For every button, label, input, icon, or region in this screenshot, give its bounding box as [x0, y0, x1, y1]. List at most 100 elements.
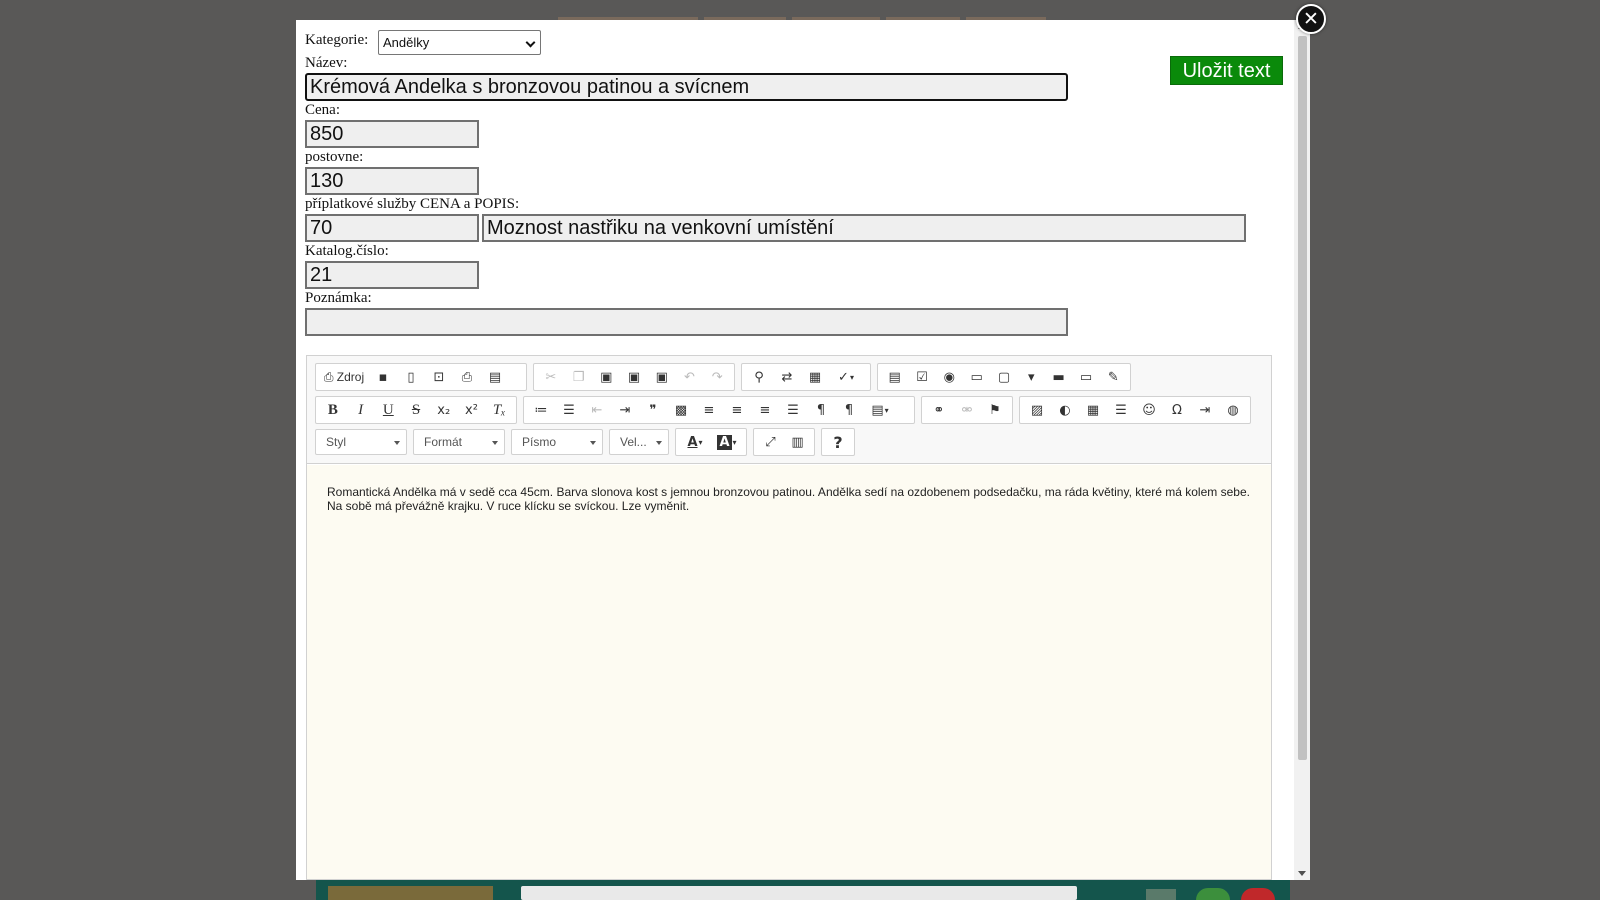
background-color-icon[interactable]: A ▾: [711, 430, 743, 454]
maximize-icon[interactable]: ⤢: [757, 430, 784, 454]
paragraph-toolbar-group: ≔ ☰ ⇤ ⇥ ❞ ▩ ≡ ≡ ≡ ☰ ¶ ¶ ▤ ▾: [523, 396, 915, 424]
redo-icon[interactable]: ↷: [703, 365, 731, 389]
spellcheck-icon[interactable]: ✓ ▾: [829, 365, 863, 389]
dropdown-arrow-icon: [492, 441, 498, 445]
shipping-input[interactable]: 130: [305, 167, 479, 195]
find-icon[interactable]: ⚲: [745, 365, 773, 389]
strikethrough-icon[interactable]: S: [402, 398, 430, 422]
paste-word-icon[interactable]: ▣: [648, 365, 676, 389]
format-dropdown[interactable]: Formát: [413, 429, 505, 455]
bulleted-list-icon[interactable]: ☰: [555, 398, 583, 422]
paste-text-icon[interactable]: ▣: [620, 365, 648, 389]
outdent-icon[interactable]: ⇤: [583, 398, 611, 422]
flash-icon[interactable]: ◐: [1051, 398, 1079, 422]
justify-icon[interactable]: ☰: [779, 398, 807, 422]
templates-icon[interactable]: ▤: [481, 365, 509, 389]
image-button-icon[interactable]: ▭: [1072, 365, 1099, 389]
paste-icon[interactable]: ▣: [592, 365, 620, 389]
numbered-list-icon[interactable]: ≔: [527, 398, 555, 422]
source-button-label: Zdroj: [336, 370, 365, 384]
chevron-down-icon: [525, 37, 536, 48]
catalog-number-input[interactable]: 21: [305, 261, 479, 289]
text-direction-ltr-icon[interactable]: ¶: [807, 398, 835, 422]
special-character-icon[interactable]: Ω: [1163, 398, 1191, 422]
source-button[interactable]: ⎙ Zdroj: [319, 365, 369, 389]
dropdown-arrow-icon: [394, 441, 400, 445]
style-dropdown[interactable]: Styl: [315, 429, 407, 455]
blockquote-icon[interactable]: ❞: [639, 398, 667, 422]
iframe-globe-icon[interactable]: ◍: [1219, 398, 1247, 422]
category-select[interactable]: Andělky: [378, 30, 541, 55]
link-icon[interactable]: ⚭: [925, 398, 953, 422]
checkbox-icon[interactable]: ☑: [908, 365, 935, 389]
rich-text-editor: ⎙ Zdroj ▪ ▯ ⊡ ⎙ ▤ ✂ ❐ ▣ ▣ ▣ ↶ ↷ ⚲ ⇄ ▦ ✓ ▾…: [306, 355, 1272, 880]
superscript-icon[interactable]: x²: [458, 398, 486, 422]
remove-format-icon[interactable]: Tₓ: [485, 398, 513, 422]
form-icon[interactable]: ▤: [881, 365, 908, 389]
replace-icon[interactable]: ⇄: [773, 365, 801, 389]
align-left-icon[interactable]: ≡: [695, 398, 723, 422]
tools-toolbar-group: ⤢ ▥: [753, 428, 815, 456]
save-icon[interactable]: ▪: [369, 365, 397, 389]
select-all-icon[interactable]: ▦: [801, 365, 829, 389]
new-page-icon[interactable]: ▯: [397, 365, 425, 389]
scrollbar-thumb[interactable]: [1298, 36, 1307, 760]
format-dropdown-label: Formát: [424, 435, 463, 449]
subscript-icon[interactable]: x₂: [430, 398, 458, 422]
note-input[interactable]: [305, 308, 1068, 336]
dropdown-arrow-icon: [590, 441, 596, 445]
preview-icon[interactable]: ⊡: [425, 365, 453, 389]
editor-content[interactable]: Romantická Andělka má v sedě cca 45cm. B…: [307, 465, 1271, 879]
unlink-icon[interactable]: ⚮: [953, 398, 981, 422]
shipping-label: postovne:: [305, 149, 364, 165]
bold-icon[interactable]: B: [319, 398, 347, 422]
textarea-icon[interactable]: ▢: [990, 365, 1017, 389]
underline-icon[interactable]: U: [374, 398, 402, 422]
select-field-icon[interactable]: ▾: [1018, 365, 1045, 389]
modal-scrollbar[interactable]: [1294, 20, 1310, 880]
create-div-icon[interactable]: ▩: [667, 398, 695, 422]
dropdown-arrow-icon: [656, 441, 662, 445]
italic-icon[interactable]: I: [347, 398, 375, 422]
text-field-icon[interactable]: ▭: [963, 365, 990, 389]
image-icon[interactable]: ▨: [1023, 398, 1051, 422]
note-label: Poznámka:: [305, 290, 372, 306]
price-input[interactable]: 850: [305, 120, 479, 148]
text-direction-rtl-icon[interactable]: ¶: [835, 398, 863, 422]
text-color-icon[interactable]: A ▾: [679, 430, 711, 454]
page-break-icon[interactable]: ⇥: [1191, 398, 1219, 422]
close-icon: ✕: [1303, 7, 1319, 30]
forms-toolbar-group: ▤ ☑ ◉ ▭ ▢ ▾ ▬ ▭ ✎: [877, 363, 1131, 391]
undo-icon[interactable]: ↶: [676, 365, 704, 389]
copy-icon[interactable]: ❐: [565, 365, 593, 389]
print-icon[interactable]: ⎙: [453, 365, 481, 389]
show-blocks-icon[interactable]: ▥: [784, 430, 811, 454]
background-thumbnail: [328, 886, 493, 900]
anchor-flag-icon[interactable]: ⚑: [981, 398, 1009, 422]
catalog-number-label: Katalog.číslo:: [305, 243, 389, 259]
extra-services-description-input[interactable]: Moznost nastřiku na venkovní umístění: [482, 214, 1246, 242]
save-text-button[interactable]: Uložit text: [1170, 56, 1283, 85]
table-icon[interactable]: ▦: [1079, 398, 1107, 422]
button-field-icon[interactable]: ▬: [1045, 365, 1072, 389]
cut-icon[interactable]: ✂: [537, 365, 565, 389]
style-dropdown-label: Styl: [326, 435, 347, 449]
align-center-icon[interactable]: ≡: [723, 398, 751, 422]
align-right-icon[interactable]: ≡: [751, 398, 779, 422]
indent-icon[interactable]: ⇥: [611, 398, 639, 422]
language-icon[interactable]: ▤ ▾: [863, 398, 897, 422]
radio-icon[interactable]: ◉: [936, 365, 963, 389]
name-input[interactable]: Krémová Andelka s bronzovou patinou a sv…: [305, 73, 1068, 101]
close-modal-button[interactable]: ✕: [1296, 4, 1326, 34]
font-dropdown[interactable]: Písmo: [511, 429, 603, 455]
scroll-down-arrow-icon[interactable]: [1298, 871, 1306, 876]
help-toolbar-group: ?: [821, 428, 855, 456]
smiley-icon[interactable]: ☺: [1135, 398, 1163, 422]
editor-toolbar: ⎙ Zdroj ▪ ▯ ⊡ ⎙ ▤ ✂ ❐ ▣ ▣ ▣ ↶ ↷ ⚲ ⇄ ▦ ✓ ▾…: [307, 356, 1271, 464]
horizontal-line-icon[interactable]: ☰: [1107, 398, 1135, 422]
hidden-field-icon[interactable]: ✎: [1100, 365, 1127, 389]
help-icon[interactable]: ?: [825, 430, 851, 454]
extra-services-price-input[interactable]: 70: [305, 214, 479, 242]
font-size-dropdown[interactable]: Vel...: [609, 429, 669, 455]
price-label: Cena:: [305, 102, 340, 118]
